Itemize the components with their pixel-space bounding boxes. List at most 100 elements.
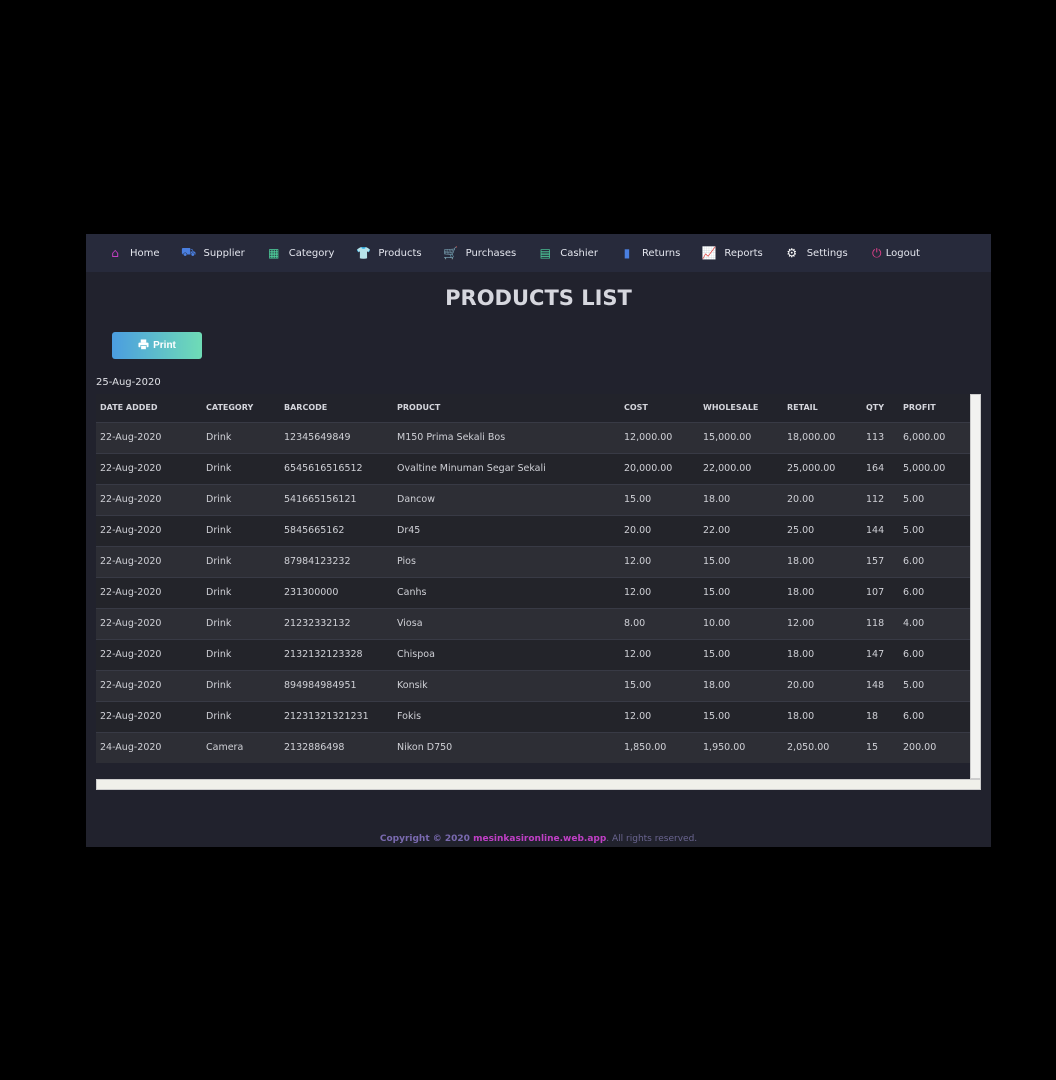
table-row[interactable]: 22-Aug-2020 Drink 231300000 Canhs 12.00 15.00…: [96, 576, 970, 608]
page-title: PRODUCTS LIST: [445, 286, 632, 310]
table-cell: 18.00: [699, 669, 783, 701]
table-cell: 18.00: [699, 483, 783, 515]
rights-text: . All rights reserved.: [606, 834, 698, 844]
app-window: ⌂ Home ⛟ Supplier ▦ Category 👕 Products 🛒 Purchas…: [86, 234, 991, 847]
column-header[interactable]: PRODUCT: [393, 394, 620, 422]
column-header[interactable]: COST: [620, 394, 699, 422]
table-cell: 12.00: [620, 576, 699, 608]
nav-item-products[interactable]: 👕 Products: [355, 246, 422, 260]
table-row[interactable]: 24-Aug-2020 Camera 2132886498 Nikon D750 1,8…: [96, 731, 970, 763]
products-table-container: DATE ADDED CATEGORY BARCODE PRODUCT COST WHOL…: [96, 394, 981, 790]
table-cell: 231300000: [280, 576, 393, 608]
nav-item-label: Home: [130, 247, 160, 259]
table-row[interactable]: 22-Aug-2020 Drink 2132132123328 Chispoa 12.0…: [96, 638, 970, 670]
table-cell: 1,950.00: [699, 731, 783, 763]
nav-item-label: Purchases: [465, 247, 517, 259]
nav-item-label: Reports: [724, 247, 763, 259]
nav-item-reports[interactable]: 📈 Reports: [702, 246, 763, 260]
table-cell: 894984984951: [280, 669, 393, 701]
table-cell: Dr45: [393, 514, 620, 546]
table-cell: Konsik: [393, 669, 620, 701]
table-cell: 12.00: [620, 638, 699, 670]
table-cell: 25,000.00: [783, 452, 862, 484]
table-cell: 25.00: [783, 514, 862, 546]
table-cell: 18: [862, 700, 899, 732]
table-cell: 4.00: [899, 607, 970, 639]
table-cell: 200.00: [899, 731, 970, 763]
table-cell: 12.00: [783, 607, 862, 639]
table-cell: 22-Aug-2020: [96, 700, 202, 732]
table-cell: 15,000.00: [699, 421, 783, 453]
table-cell: 22-Aug-2020: [96, 483, 202, 515]
table-row[interactable]: 22-Aug-2020 Drink 87984123232 Pios 12.00 15.0…: [96, 545, 970, 577]
table-cell: 22-Aug-2020: [96, 669, 202, 701]
nav-item-returns[interactable]: ▮ Returns: [620, 246, 681, 260]
table-row[interactable]: 22-Aug-2020 Drink 894984984951 Konsik 15.00 1…: [96, 669, 970, 701]
nav-item-label: Supplier: [203, 247, 245, 259]
column-header[interactable]: DATE ADDED: [96, 394, 202, 422]
column-header[interactable]: BARCODE: [280, 394, 393, 422]
table-cell: Dancow: [393, 483, 620, 515]
nav-item-category[interactable]: ▦ Category: [267, 246, 334, 260]
products-table: DATE ADDED CATEGORY BARCODE PRODUCT COST WHOL…: [96, 394, 970, 763]
table-cell: 12.00: [620, 545, 699, 577]
vertical-scrollbar[interactable]: [970, 394, 981, 779]
table-cell: Drink: [202, 452, 280, 484]
table-cell: 5.00: [899, 483, 970, 515]
table-cell: Pios: [393, 545, 620, 577]
table-cell: Nikon D750: [393, 731, 620, 763]
column-header[interactable]: WHOLESALE: [699, 394, 783, 422]
table-cell: 107: [862, 576, 899, 608]
copyright-text: Copyright © 2020: [379, 834, 474, 844]
table-cell: 5.00: [899, 514, 970, 546]
nav-item-supplier[interactable]: ⛟ Supplier: [181, 245, 245, 260]
table-row[interactable]: 22-Aug-2020 Drink 12345649849 M150 Prima Se…: [96, 421, 970, 453]
table-cell: Drink: [202, 669, 280, 701]
table-cell: 21231321321231: [280, 700, 393, 732]
table-cell: 112: [862, 483, 899, 515]
table-cell: 22-Aug-2020: [96, 607, 202, 639]
table-cell: Drink: [202, 607, 280, 639]
table-cell: 6.00: [899, 576, 970, 608]
table-row[interactable]: 22-Aug-2020 Drink 21231321321231 Fokis 12.00…: [96, 700, 970, 732]
tshirt-icon: 👕: [355, 246, 371, 260]
horizontal-scrollbar[interactable]: [96, 779, 981, 790]
table-cell: 21232332132: [280, 607, 393, 639]
print-button[interactable]: Print: [112, 332, 202, 359]
table-cell: Drink: [202, 638, 280, 670]
table-cell: M150 Prima Sekali Bos: [393, 421, 620, 453]
table-row[interactable]: 22-Aug-2020 Drink 21232332132 Viosa 8.00 10.0…: [96, 607, 970, 639]
nav-item-logout[interactable]: ⏻ Logout: [870, 246, 920, 260]
nav-item-label: Cashier: [560, 247, 598, 259]
table-cell: 5,000.00: [899, 452, 970, 484]
table-cell: 6.00: [899, 545, 970, 577]
table-cell: 10.00: [699, 607, 783, 639]
table-cell: 147: [862, 638, 899, 670]
table-cell: 22-Aug-2020: [96, 576, 202, 608]
table-cell: 12345649849: [280, 421, 393, 453]
column-header[interactable]: RETAIL: [783, 394, 862, 422]
table-cell: 15.00: [620, 669, 699, 701]
table-cell: 87984123232: [280, 545, 393, 577]
table-row[interactable]: 22-Aug-2020 Drink 6545616516512 Ovaltine Mi…: [96, 452, 970, 484]
table-row[interactable]: 22-Aug-2020 Drink 541665156121 Dancow 15.00 1…: [96, 483, 970, 515]
table-cell: 22-Aug-2020: [96, 638, 202, 670]
table-cell: 20.00: [783, 483, 862, 515]
table-cell: 541665156121: [280, 483, 393, 515]
nav-item-cashier[interactable]: ▤ Cashier: [538, 246, 598, 260]
table-cell: 22.00: [699, 514, 783, 546]
table-cell: 15.00: [699, 700, 783, 732]
print-label: Print: [153, 340, 176, 351]
column-header[interactable]: PROFIT: [899, 394, 970, 422]
column-header[interactable]: CATEGORY: [202, 394, 280, 422]
table-cell: 20.00: [783, 669, 862, 701]
nav-item-settings[interactable]: ⚙ Settings: [785, 246, 847, 260]
table-cell: 113: [862, 421, 899, 453]
table-row[interactable]: 22-Aug-2020 Drink 5845665162 Dr45 20.00 22.00…: [96, 514, 970, 546]
nav-item-purchases[interactable]: 🛒 Purchases: [443, 246, 517, 260]
brand-link[interactable]: mesinkasironline.web.app: [473, 834, 606, 844]
table-cell: 12,000.00: [620, 421, 699, 453]
column-header[interactable]: QTY: [862, 394, 899, 422]
gear-icon: ⚙: [786, 246, 798, 260]
nav-item-home[interactable]: ⌂ Home: [108, 246, 160, 260]
